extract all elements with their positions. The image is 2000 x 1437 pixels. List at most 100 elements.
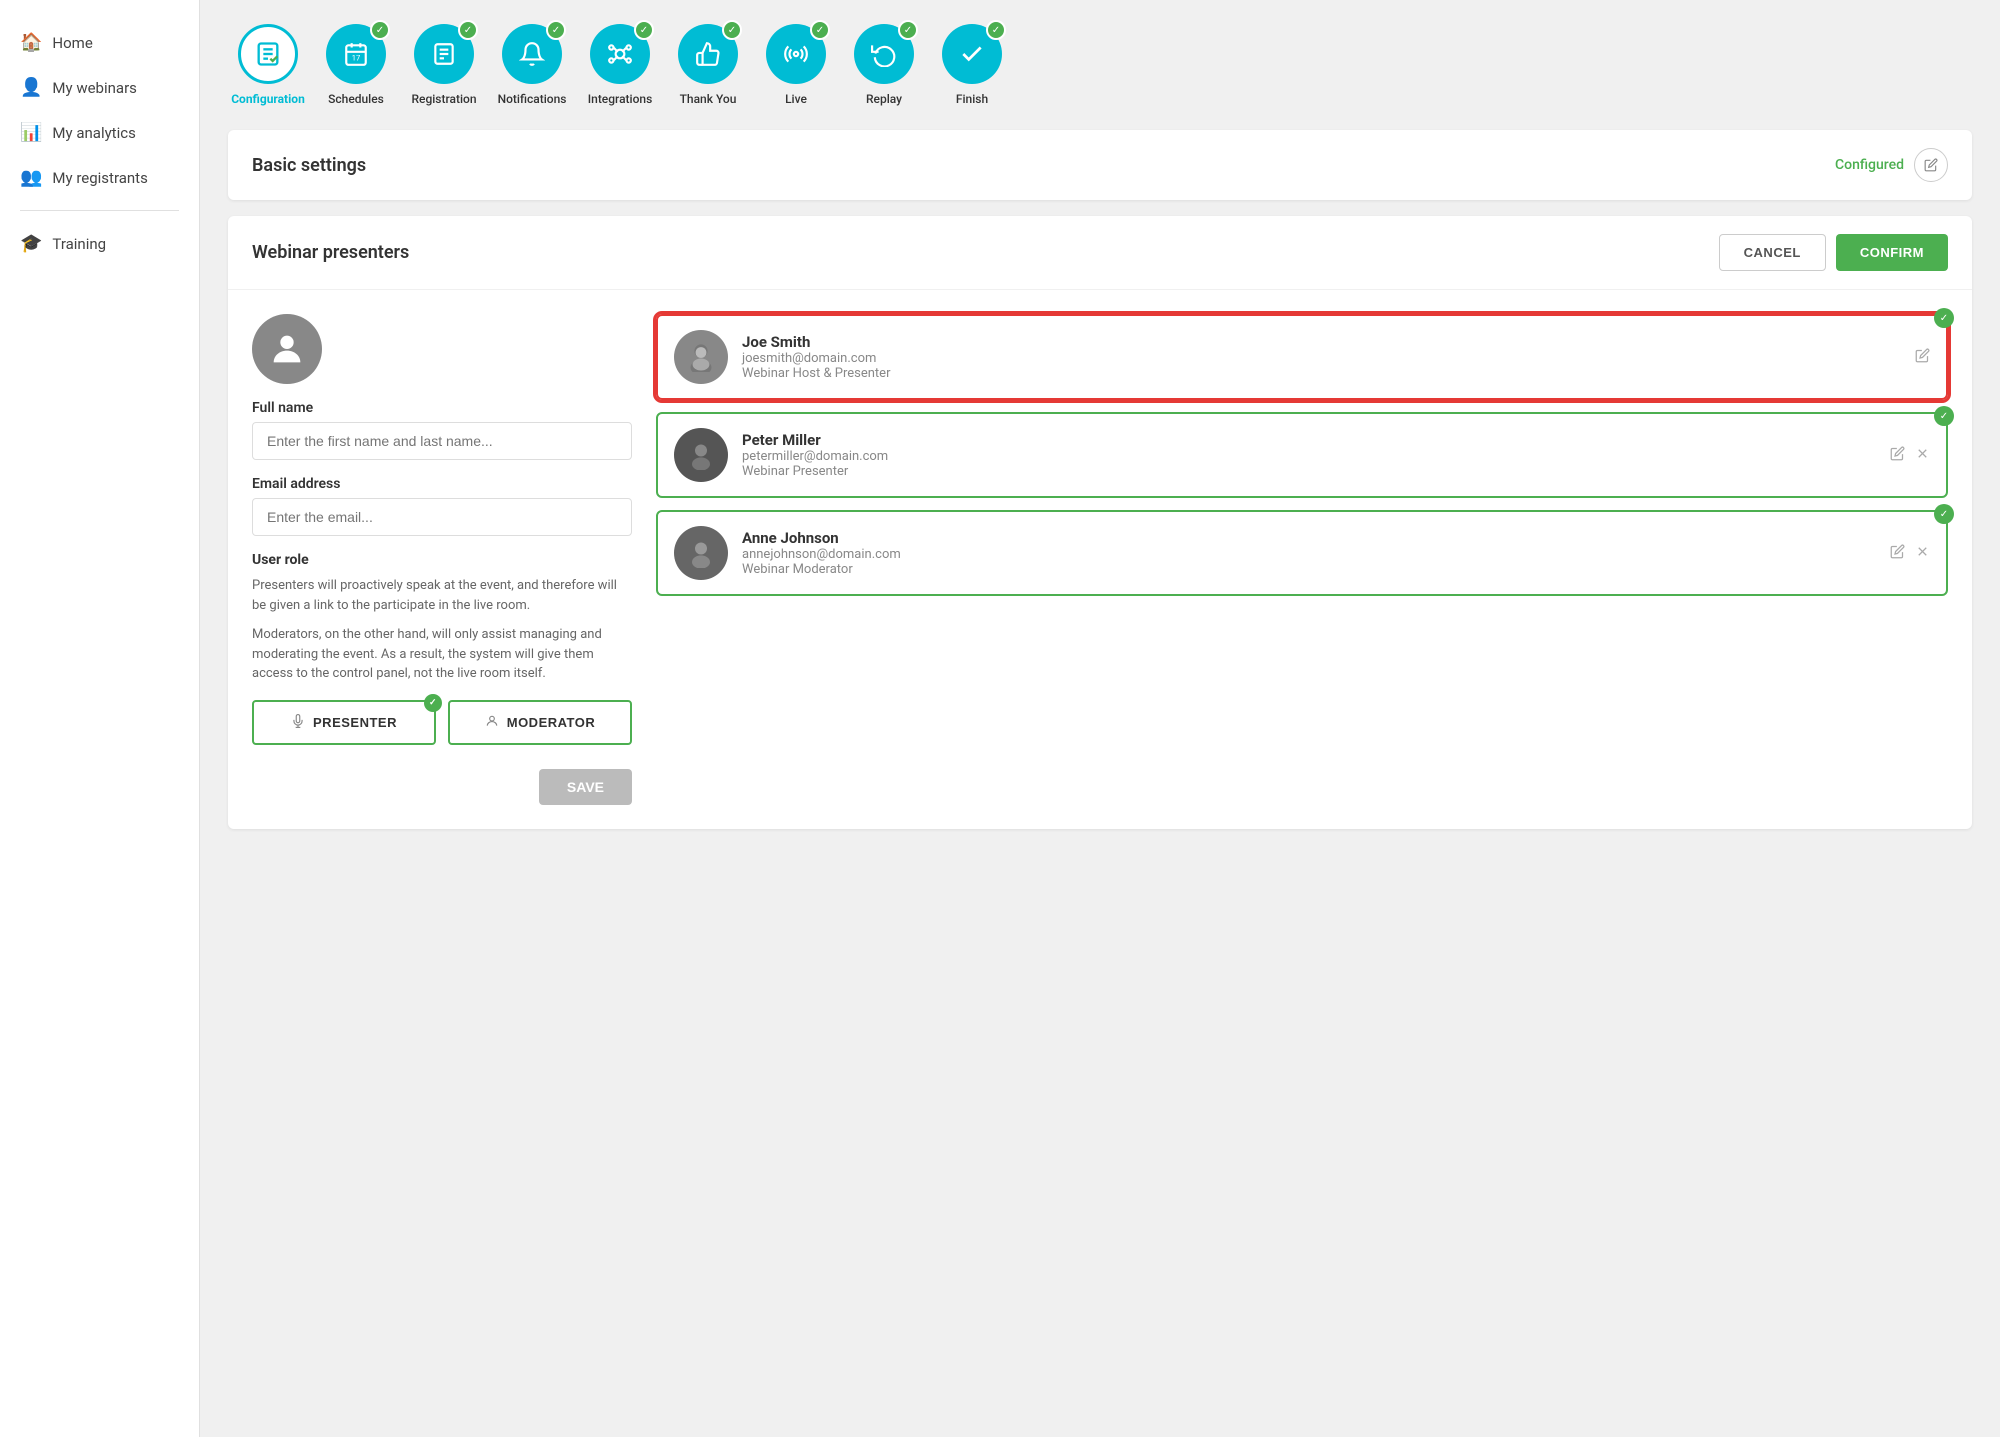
basic-settings-header: Basic settings Configured [228, 130, 1972, 200]
email-label: Email address [252, 476, 632, 492]
presenter-role-anne-johnson: Webinar Moderator [742, 562, 1876, 577]
wizard-step-replay[interactable]: ✓ Replay [844, 24, 924, 106]
remove-icon-peter-miller[interactable] [1915, 446, 1930, 465]
step-circle-registration: ✓ [414, 24, 474, 84]
step-circle-thank-you: ✓ [678, 24, 738, 84]
sidebar-item-my-webinars[interactable]: 👤 My webinars [0, 65, 199, 110]
status-configured: Configured [1835, 157, 1904, 173]
presenter-info-joe-smith: Joe Smith joesmith@domain.com Webinar Ho… [742, 333, 1901, 381]
step-label-notifications: Notifications [498, 92, 567, 106]
step-check-integrations: ✓ [634, 20, 654, 40]
webinar-presenters-card: Webinar presenters CANCEL CONFIRM Full n… [228, 216, 1972, 829]
presenters-header: Webinar presenters CANCEL CONFIRM [228, 216, 1972, 290]
wizard-step-finish[interactable]: ✓ Finish [932, 24, 1012, 106]
form-avatar [252, 314, 322, 384]
step-label-registration: Registration [411, 92, 476, 106]
email-input[interactable] [252, 498, 632, 536]
presenter-avatar-joe-smith [674, 330, 728, 384]
step-label-live: Live [785, 92, 807, 106]
basic-settings-card: Basic settings Configured [228, 130, 1972, 200]
presenter-card-anne-johnson[interactable]: Anne Johnson annejohnson@domain.com Webi… [656, 510, 1948, 596]
presenter-check-badge-peter-miller: ✓ [1934, 406, 1954, 426]
presenter-name-anne-johnson: Anne Johnson [742, 529, 1876, 547]
edit-icon-joe-smith[interactable] [1915, 348, 1930, 367]
basic-settings-edit-button[interactable] [1914, 148, 1948, 182]
sidebar-item-my-analytics[interactable]: 📊 My analytics [0, 110, 199, 155]
presenter-check-badge-anne-johnson: ✓ [1934, 504, 1954, 524]
presenters-title: Webinar presenters [252, 242, 409, 263]
user-role-title: User role [252, 552, 632, 568]
sidebar-item-my-registrants-label: My registrants [52, 169, 147, 187]
cancel-button[interactable]: CANCEL [1719, 234, 1826, 271]
sidebar: 🏠 Home 👤 My webinars 📊 My analytics 👥 My… [0, 0, 200, 1437]
sidebar-divider [20, 210, 179, 211]
step-label-finish: Finish [956, 92, 988, 106]
edit-icon-peter-miller[interactable] [1890, 446, 1905, 465]
user-icon [485, 714, 499, 731]
step-label-integrations: Integrations [588, 92, 653, 106]
sidebar-item-my-registrants[interactable]: 👥 My registrants [0, 155, 199, 200]
full-name-label: Full name [252, 400, 632, 416]
presenter-info-anne-johnson: Anne Johnson annejohnson@domain.com Webi… [742, 529, 1876, 577]
presenter-list: Joe Smith joesmith@domain.com Webinar Ho… [656, 314, 1948, 805]
step-label-replay: Replay [866, 92, 902, 106]
step-check-finish: ✓ [986, 20, 1006, 40]
email-group: Email address [252, 476, 632, 536]
full-name-input[interactable] [252, 422, 632, 460]
presenters-actions: CANCEL CONFIRM [1719, 234, 1948, 271]
wizard-step-live[interactable]: ✓ Live [756, 24, 836, 106]
full-name-group: Full name [252, 400, 632, 460]
presenter-email-anne-johnson: annejohnson@domain.com [742, 547, 1876, 562]
step-check-notifications: ✓ [546, 20, 566, 40]
presenters-body: Full name Email address User role Presen… [228, 290, 1972, 829]
webinar-icon: 👤 [20, 77, 42, 98]
step-check-registration: ✓ [458, 20, 478, 40]
wizard-step-thank-you[interactable]: ✓ Thank You [668, 24, 748, 106]
presenter-email-peter-miller: petermiller@domain.com [742, 449, 1876, 464]
presenter-card-actions-joe-smith [1915, 348, 1930, 367]
presenter-card-actions-peter-miller [1890, 446, 1930, 465]
step-circle-replay: ✓ [854, 24, 914, 84]
sidebar-item-my-webinars-label: My webinars [52, 79, 136, 97]
mic-icon [291, 714, 305, 731]
step-check-live: ✓ [810, 20, 830, 40]
save-button[interactable]: SAVE [539, 769, 632, 805]
presenter-check-badge: ✓ [424, 694, 442, 712]
wizard-step-integrations[interactable]: ✓ Integrations [580, 24, 660, 106]
sidebar-item-my-analytics-label: My analytics [52, 124, 135, 142]
sidebar-item-training-label: Training [52, 235, 106, 253]
svg-text:17: 17 [352, 54, 361, 63]
moderator-role-button[interactable]: MODERATOR [448, 700, 632, 745]
presenter-name-joe-smith: Joe Smith [742, 333, 1901, 351]
user-role-desc2: Moderators, on the other hand, will only… [252, 625, 632, 684]
sidebar-item-training[interactable]: 🎓 Training [0, 221, 199, 266]
presenter-avatar-peter-miller [674, 428, 728, 482]
wizard-step-notifications[interactable]: ✓ Notifications [492, 24, 572, 106]
sidebar-item-home-label: Home [52, 34, 92, 52]
presenter-card-peter-miller[interactable]: Peter Miller petermiller@domain.com Webi… [656, 412, 1948, 498]
step-label-schedules: Schedules [328, 92, 384, 106]
step-check-thank-you: ✓ [722, 20, 742, 40]
step-circle-finish: ✓ [942, 24, 1002, 84]
step-circle-live: ✓ [766, 24, 826, 84]
registrants-icon: 👥 [20, 167, 42, 188]
wizard-steps: Configuration 17 ✓ Schedules [228, 24, 1972, 106]
user-role-group: User role Presenters will proactively sp… [252, 552, 632, 684]
remove-icon-anne-johnson[interactable] [1915, 544, 1930, 563]
user-role-desc1: Presenters will proactively speak at the… [252, 576, 632, 615]
confirm-button[interactable]: CONFIRM [1836, 234, 1948, 271]
edit-icon-anne-johnson[interactable] [1890, 544, 1905, 563]
step-circle-integrations: ✓ [590, 24, 650, 84]
wizard-step-registration[interactable]: ✓ Registration [404, 24, 484, 106]
step-check-schedules: ✓ [370, 20, 390, 40]
presenter-name-peter-miller: Peter Miller [742, 431, 1876, 449]
training-icon: 🎓 [20, 233, 42, 254]
presenter-role-label: PRESENTER [313, 715, 397, 730]
presenter-card-joe-smith[interactable]: Joe Smith joesmith@domain.com Webinar Ho… [656, 314, 1948, 400]
sidebar-item-home[interactable]: 🏠 Home [0, 20, 199, 65]
step-label-configuration: Configuration [231, 92, 305, 106]
wizard-step-configuration[interactable]: Configuration [228, 24, 308, 106]
wizard-step-schedules[interactable]: 17 ✓ Schedules [316, 24, 396, 106]
home-icon: 🏠 [20, 32, 42, 53]
presenter-role-button[interactable]: PRESENTER ✓ [252, 700, 436, 745]
